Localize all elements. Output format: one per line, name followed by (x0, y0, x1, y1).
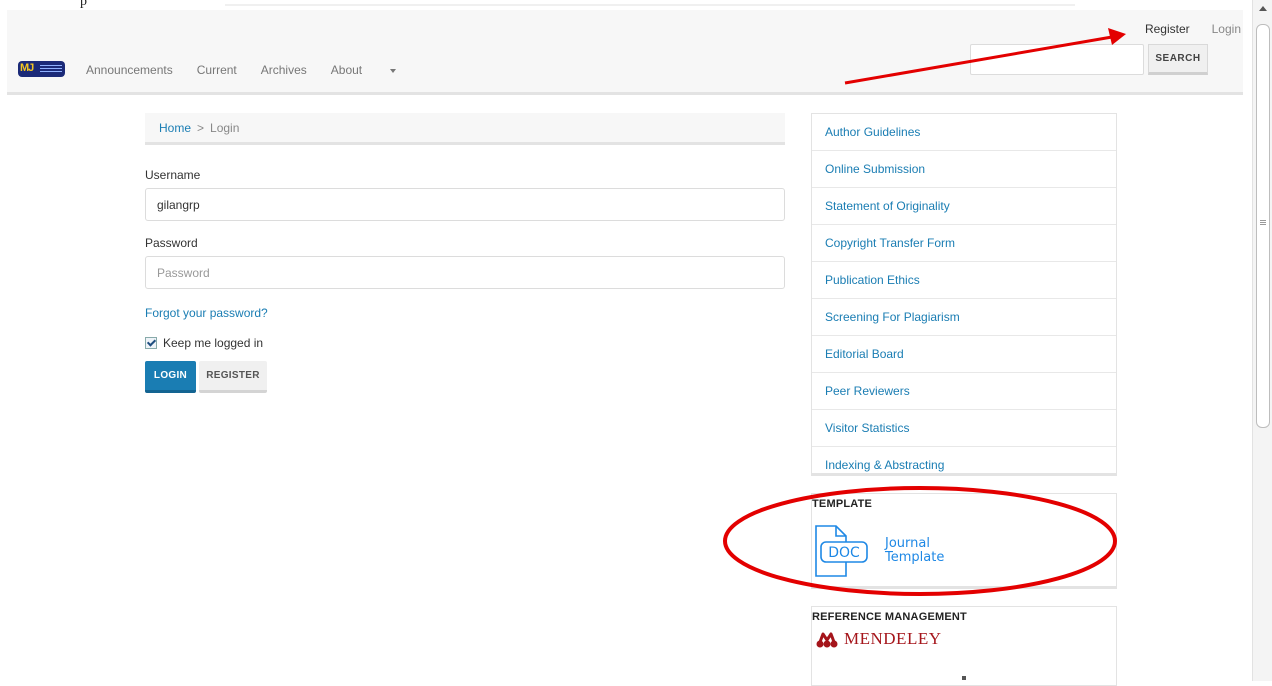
mendeley-text: MENDELEY (844, 629, 942, 648)
login-button[interactable]: LOGIN (145, 361, 196, 393)
breadcrumb-current: Login (210, 121, 240, 135)
username-input[interactable] (145, 188, 785, 221)
template-block: TEMPLATE DOC Journal Template (811, 493, 1117, 589)
sidebar-link-label[interactable]: Editorial Board (825, 347, 904, 361)
journal-template-link[interactable]: Journal Template (885, 537, 944, 565)
register-link[interactable]: Register (1145, 22, 1190, 36)
nav-current[interactable]: Current (197, 63, 237, 77)
nav-about[interactable]: About (330, 63, 397, 77)
breadcrumb-home[interactable]: Home (159, 121, 191, 135)
sidebar-link-label[interactable]: Peer Reviewers (825, 384, 910, 398)
sidebar-link-peer-reviewers[interactable]: Peer Reviewers (812, 373, 1116, 410)
journal-logo[interactable]: MJ (18, 61, 65, 77)
mendeley-link[interactable]: MENDELEY (816, 629, 941, 649)
search-button[interactable]: SEARCH (1148, 44, 1208, 75)
nav-about-label: About (330, 63, 363, 77)
sidebar-link-label[interactable]: Author Guidelines (825, 125, 920, 139)
search-input[interactable] (970, 44, 1144, 75)
sidebar-link-screening-plagiarism[interactable]: Screening For Plagiarism (812, 299, 1116, 336)
breadcrumb-separator: > (197, 121, 205, 135)
sidebar-link-label[interactable]: Online Submission (825, 162, 925, 176)
text-fragment: p (80, 0, 87, 9)
bottom-fragment (962, 676, 966, 680)
doc-file-icon[interactable]: DOC (812, 524, 876, 579)
keep-logged-in[interactable]: Keep me logged in (145, 336, 263, 350)
sidebar-link-visitor-statistics[interactable]: Visitor Statistics (812, 410, 1116, 447)
keep-logged-in-checkbox[interactable] (145, 337, 157, 349)
nav-archives[interactable]: Archives (261, 63, 307, 77)
logo-lines (40, 65, 62, 73)
username-label: Username (145, 168, 201, 182)
template-title: TEMPLATE (812, 498, 873, 510)
scroll-thumb[interactable] (1256, 24, 1270, 428)
scroll-grip-icon (1260, 220, 1266, 226)
sidebar-link-label[interactable]: Publication Ethics (825, 273, 920, 287)
sidebar-link-editorial-board[interactable]: Editorial Board (812, 336, 1116, 373)
caret-down-icon (390, 68, 397, 73)
scroll-up-icon[interactable] (1259, 6, 1267, 11)
breadcrumb: Home > Login (145, 113, 785, 145)
sidebar-link-label[interactable]: Statement of Originality (825, 199, 950, 213)
sidebar-links: Author Guidelines Online Submission Stat… (811, 113, 1117, 476)
sidebar-link-author-guidelines[interactable]: Author Guidelines (812, 114, 1116, 151)
mendeley-logo-icon (816, 632, 838, 648)
journal-template-line1: Journal (885, 536, 930, 551)
sidebar-link-publication-ethics[interactable]: Publication Ethics (812, 262, 1116, 299)
forgot-password-link[interactable]: Forgot your password? (145, 306, 268, 320)
sidebar-link-label[interactable]: Indexing & Abstracting (825, 458, 944, 472)
doc-label: DOC (828, 545, 860, 561)
reference-management-block: REFERENCE MANAGEMENT MENDELEY (811, 606, 1117, 686)
register-button[interactable]: REGISTER (199, 361, 267, 393)
keep-logged-in-label: Keep me logged in (163, 336, 264, 350)
password-label: Password (145, 236, 198, 250)
user-nav: Register Login (1145, 22, 1241, 36)
sidebar-link-label[interactable]: Copyright Transfer Form (825, 236, 955, 250)
top-strip: p (0, 0, 1250, 10)
sidebar-link-indexing[interactable]: Indexing & Abstracting (812, 447, 1116, 483)
sidebar-link-online-submission[interactable]: Online Submission (812, 151, 1116, 188)
sidebar-link-label[interactable]: Screening For Plagiarism (825, 310, 960, 324)
reference-title: REFERENCE MANAGEMENT (812, 611, 967, 623)
password-input[interactable] (145, 256, 785, 289)
login-link[interactable]: Login (1212, 22, 1241, 36)
page-scrollbar[interactable] (1252, 0, 1272, 681)
sidebar-link-label[interactable]: Visitor Statistics (825, 421, 909, 435)
strip-line (225, 4, 1075, 6)
sidebar-link-statement-originality[interactable]: Statement of Originality (812, 188, 1116, 225)
nav-announcements[interactable]: Announcements (86, 63, 173, 77)
sidebar-link-copyright-form[interactable]: Copyright Transfer Form (812, 225, 1116, 262)
journal-template-line2: Template (885, 550, 945, 565)
logo-text: MJ (20, 62, 34, 74)
main-nav: Announcements Current Archives About (86, 63, 420, 77)
